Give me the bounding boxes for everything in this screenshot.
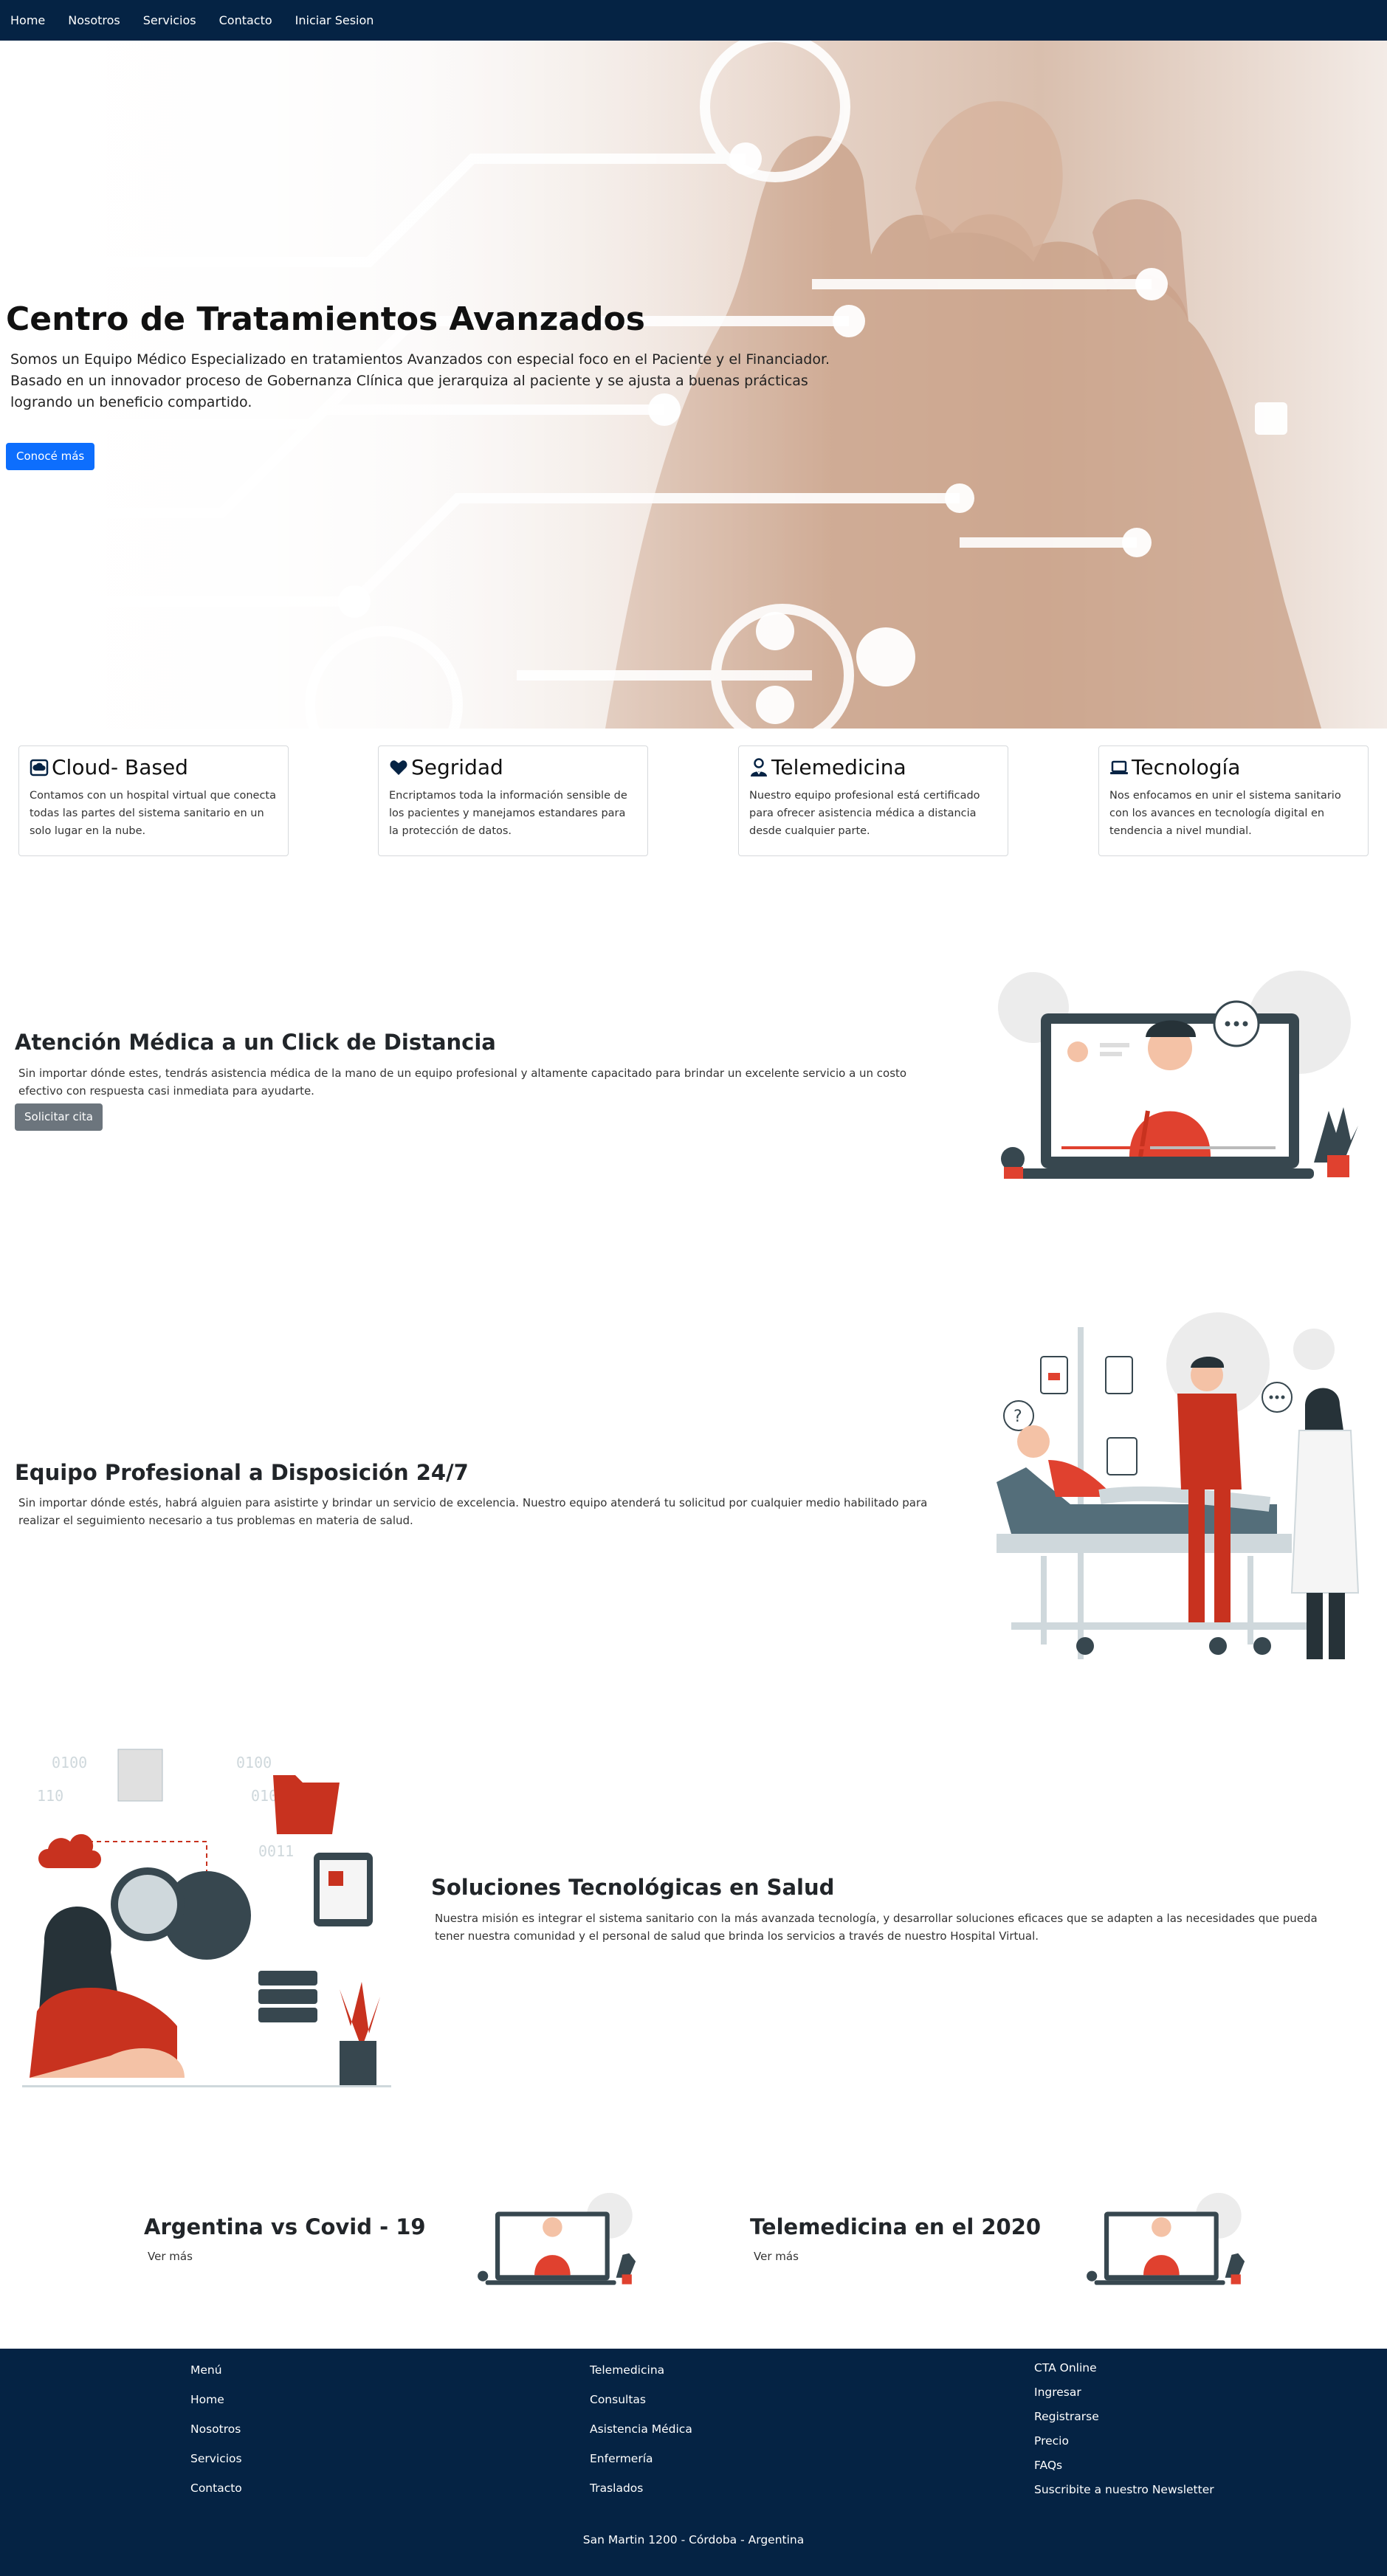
cloud-icon <box>30 759 49 776</box>
feature-card-cloud: Cloud- Based Contamos con un hospital vi… <box>18 745 289 856</box>
atencion-title: Atención Médica a un Click de Distancia <box>15 1030 496 1055</box>
news-ver-mas-link[interactable]: Ver más <box>148 2250 193 2263</box>
site-footer: Menú Home Nosotros Servicios Contacto Te… <box>0 2349 1387 2576</box>
soluciones-text: Nuestra misión es integrar el sistema sa… <box>435 1912 1318 1943</box>
tech-solutions-illustration: 01001101100 01000100011 <box>22 1749 391 2087</box>
solicitar-cita-button[interactable]: Solicitar cita <box>15 1103 103 1131</box>
laptop-icon <box>1110 760 1128 774</box>
footer-menu-column: Menú Home Nosotros Servicios Contacto <box>190 2363 242 2495</box>
footer-link-precio[interactable]: Precio <box>1034 2434 1214 2448</box>
svg-text:0100: 0100 <box>52 1754 87 1771</box>
doctor-icon <box>751 757 767 776</box>
feature-title: Tecnología <box>1132 755 1241 779</box>
feature-title: Telemedicina <box>771 755 906 779</box>
svg-text:?: ? <box>1013 1408 1022 1426</box>
hero-banner: Centro de Tratamientos Avanzados Somos u… <box>0 41 1387 729</box>
feature-card-telemedicina: Telemedicina Nuestro equipo profesional … <box>738 745 1008 856</box>
feature-card-tecnologia: Tecnología Nos enfocamos en unir el sist… <box>1098 745 1369 856</box>
footer-link-asistencia[interactable]: Asistencia Médica <box>590 2422 692 2436</box>
footer-link-consultas[interactable]: Consultas <box>590 2393 692 2406</box>
svg-text:110: 110 <box>37 1787 63 1805</box>
feature-title: Cloud- Based <box>52 755 188 779</box>
svg-text:010: 010 <box>251 1787 278 1805</box>
conoce-mas-button[interactable]: Conocé más <box>6 443 95 470</box>
footer-link-registrarse[interactable]: Registrarse <box>1034 2410 1214 2423</box>
nav-nosotros[interactable]: Nosotros <box>68 13 120 27</box>
footer-link-home[interactable]: Home <box>190 2393 242 2406</box>
feature-title: Segridad <box>411 755 503 779</box>
footer-link-cta-online[interactable]: CTA Online <box>1034 2361 1214 2374</box>
footer-link-enfermeria[interactable]: Enfermería <box>590 2452 692 2465</box>
nav-contacto[interactable]: Contacto <box>219 13 272 27</box>
footer-address: San Martin 1200 - Córdoba - Argentina <box>582 2533 805 2546</box>
news-thumbnail-covid <box>478 2192 636 2285</box>
footer-link-traslados[interactable]: Traslados <box>590 2482 692 2495</box>
news-title-covid[interactable]: Argentina vs Covid - 19 <box>144 2214 426 2239</box>
svg-text:0100: 0100 <box>236 1754 272 1771</box>
hero-title: Centro de Tratamientos Avanzados <box>6 300 645 338</box>
footer-link-servicios[interactable]: Servicios <box>190 2452 242 2465</box>
footer-cta-column: CTA Online Ingresar Registrarse Precio F… <box>1034 2361 1214 2496</box>
news-title-telemedicina[interactable]: Telemedicina en el 2020 <box>750 2214 1041 2239</box>
hero-description: Somos un Equipo Médico Especializado en … <box>10 351 830 410</box>
footer-link-faqs[interactable]: FAQs <box>1034 2459 1214 2472</box>
footer-link-telemedicina[interactable]: Telemedicina <box>590 2363 692 2377</box>
top-navbar: Home Nosotros Servicios Contacto Iniciar… <box>0 0 1387 41</box>
feature-text: Encriptamos toda la información sensible… <box>389 790 627 837</box>
nav-servicios[interactable]: Servicios <box>143 13 196 27</box>
equipo-text: Sin importar dónde estés, habrá alguien … <box>18 1496 928 1527</box>
equipo-title: Equipo Profesional a Disposición 24/7 <box>15 1460 469 1485</box>
footer-menu-heading: Menú <box>190 2363 222 2377</box>
feature-text: Contamos con un hospital virtual que con… <box>30 790 276 837</box>
nav-home[interactable]: Home <box>10 13 45 27</box>
footer-link-contacto[interactable]: Contacto <box>190 2482 242 2495</box>
telemedicine-laptop-illustration <box>998 971 1358 1179</box>
atencion-text: Sin importar dónde estes, tendrás asiste… <box>18 1067 907 1098</box>
hospital-team-illustration: ? <box>997 1312 1360 1659</box>
svg-text:0011: 0011 <box>258 1842 294 1860</box>
news-thumbnail-telemedicina <box>1087 2192 1245 2285</box>
news-ver-mas-link[interactable]: Ver más <box>754 2250 799 2263</box>
footer-link-newsletter[interactable]: Suscribite a nuestro Newsletter <box>1034 2483 1214 2496</box>
feature-card-seguridad: Segridad Encriptamos toda la información… <box>378 745 648 856</box>
feature-text: Nos enfocamos en unir el sistema sanitar… <box>1109 790 1341 837</box>
footer-link-nosotros[interactable]: Nosotros <box>190 2422 242 2436</box>
heart-icon <box>390 760 407 775</box>
nav-iniciar-sesion[interactable]: Iniciar Sesion <box>295 13 374 27</box>
footer-services-column: Telemedicina Consultas Asistencia Médica… <box>590 2363 692 2495</box>
soluciones-title: Soluciones Tecnológicas en Salud <box>431 1875 835 1900</box>
feature-text: Nuestro equipo profesional está certific… <box>749 790 980 837</box>
footer-link-ingresar[interactable]: Ingresar <box>1034 2386 1214 2399</box>
